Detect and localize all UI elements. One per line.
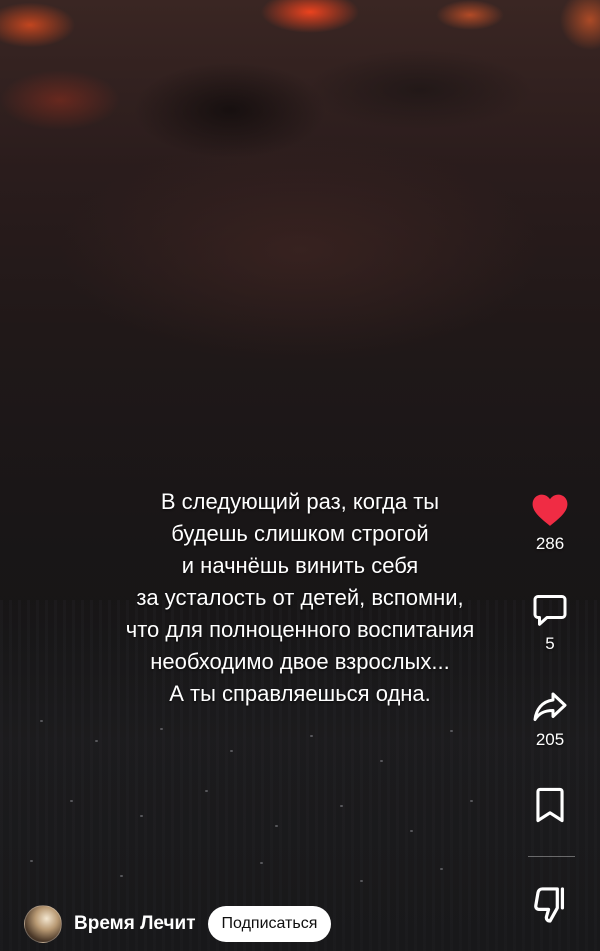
caption-line: А ты справляешься одна. (169, 681, 431, 706)
share-button[interactable]: 205 (500, 688, 600, 750)
caption-line: что для полноценного воспитания (125, 617, 475, 642)
comment-count: 5 (545, 634, 555, 653)
caption-line: необходимо двое взрослых... (150, 649, 450, 674)
save-button[interactable] (500, 786, 600, 824)
caption-line: и начнёшь винить себя (181, 553, 419, 578)
caption-line: В следующий раз, когда ты (160, 489, 440, 514)
like-button[interactable]: 286 (500, 492, 600, 554)
share-count: 205 (535, 730, 565, 749)
subscribe-button[interactable]: Подписаться (207, 906, 332, 942)
caption-line: за усталость от детей, вспомни, (136, 585, 464, 610)
caption-line: будешь слишком строгой (171, 521, 429, 546)
comment-icon (533, 595, 567, 626)
like-count: 286 (535, 534, 565, 553)
dislike-button[interactable] (500, 886, 600, 924)
video-caption: В следующий раз, когда ты будешь слишком… (40, 486, 560, 710)
bookmark-icon (536, 787, 564, 823)
action-divider (528, 856, 575, 857)
short-video-screen[interactable]: В следующий раз, когда ты будешь слишком… (0, 0, 600, 951)
heart-icon (532, 494, 568, 526)
share-icon (533, 692, 567, 721)
channel-bar: Время Лечит Подписаться (24, 904, 332, 944)
comments-button[interactable]: 5 (500, 592, 600, 654)
channel-avatar[interactable] (24, 905, 62, 943)
thumbs-down-icon (534, 887, 565, 923)
channel-name[interactable]: Время Лечит (74, 913, 196, 935)
